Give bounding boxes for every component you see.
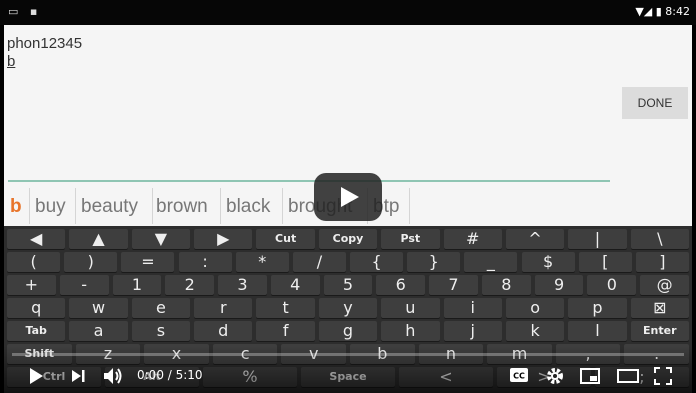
keyboard-key[interactable]: q <box>7 298 66 318</box>
keyboard-key[interactable]: 9 <box>534 275 584 295</box>
suggestion-divider <box>75 188 76 224</box>
keyboard-key[interactable]: e <box>131 298 191 318</box>
keyboard-key[interactable]: ▲ <box>69 229 128 249</box>
keyboard-key[interactable]: 3 <box>218 275 267 295</box>
keyboard-key[interactable]: 2 <box>165 275 215 295</box>
suggestion-item[interactable]: buy <box>35 186 66 226</box>
settings-icon[interactable] <box>545 366 565 386</box>
keyboard-key[interactable]: * <box>235 252 289 272</box>
text-editor[interactable]: phon12345 b <box>7 35 82 71</box>
keyboard-key[interactable]: 4 <box>270 275 320 295</box>
keyboard-key[interactable]: 0 <box>587 275 637 295</box>
suggestion-item[interactable]: black <box>226 186 270 226</box>
play-icon[interactable] <box>314 173 382 221</box>
volume-icon[interactable] <box>102 366 124 386</box>
progress-bar[interactable] <box>12 353 684 356</box>
keyboard-key[interactable]: + <box>7 275 56 295</box>
keyboard-key[interactable]: j <box>443 321 502 341</box>
keyboard-key[interactable]: p <box>568 298 627 318</box>
keyboard-key[interactable]: ] <box>635 252 689 272</box>
keyboard-key[interactable]: a <box>69 321 128 341</box>
keyboard-key[interactable]: { <box>350 252 404 272</box>
keyboard-key[interactable]: [ <box>578 252 632 272</box>
time-display: 0:00 / 5:10 <box>137 368 203 382</box>
keyboard-key[interactable]: : <box>178 252 232 272</box>
svg-text:CC: CC <box>513 372 525 381</box>
next-icon[interactable] <box>70 368 86 384</box>
keyboard-key[interactable]: | <box>568 229 627 249</box>
keyboard-key[interactable]: w <box>69 298 128 318</box>
done-button[interactable]: DONE <box>622 87 688 119</box>
suggestion-item[interactable]: brown <box>156 186 208 226</box>
keyboard-key[interactable]: Enter <box>630 321 689 341</box>
editor-line-1: phon12345 <box>7 35 83 52</box>
keyboard-key[interactable]: Tab <box>7 321 66 341</box>
suggestion-item[interactable]: b <box>10 186 22 226</box>
keyboard-key[interactable]: k <box>505 321 565 341</box>
notification-icons: ▭ ▪ <box>8 5 42 18</box>
keyboard-key[interactable]: y <box>318 298 378 318</box>
keyboard-key[interactable]: d <box>194 321 253 341</box>
keyboard-key[interactable]: @ <box>640 275 689 295</box>
suggestion-divider <box>409 188 410 224</box>
keyboard-key[interactable]: i <box>443 298 502 318</box>
keyboard-key[interactable]: ▼ <box>131 229 191 249</box>
keyboard-key[interactable]: # <box>443 229 502 249</box>
keyboard-key[interactable]: Copy <box>318 229 378 249</box>
keyboard-key[interactable]: ▶ <box>194 229 253 249</box>
fullscreen-icon[interactable] <box>654 367 672 385</box>
keyboard-key[interactable]: \ <box>630 229 689 249</box>
keyboard-key[interactable]: 5 <box>323 275 373 295</box>
editor-screen: phon12345 b DONE <box>4 25 692 186</box>
miniplayer-icon[interactable] <box>580 368 600 384</box>
keyboard-key[interactable]: u <box>381 298 440 318</box>
keyboard-key[interactable]: o <box>505 298 565 318</box>
keyboard-key[interactable]: - <box>59 275 109 295</box>
suggestion-item[interactable]: beauty <box>81 186 138 226</box>
keyboard-key[interactable]: t <box>256 298 315 318</box>
keyboard-key[interactable]: g <box>318 321 378 341</box>
keyboard-key[interactable]: r <box>194 298 253 318</box>
suggestion-divider <box>29 188 30 224</box>
keyboard-key[interactable]: Cut <box>256 229 315 249</box>
editor-line-2: b <box>7 53 16 70</box>
keyboard-key[interactable]: = <box>121 252 175 272</box>
android-status-bar: ▭ ▪ ▼◢ ▮ 8:42 <box>0 0 696 25</box>
keyboard-key[interactable]: _ <box>464 252 518 272</box>
captions-icon[interactable]: CC <box>509 367 529 383</box>
keyboard-key[interactable]: } <box>407 252 461 272</box>
suggestion-divider <box>220 188 221 224</box>
keyboard-key[interactable]: Pst <box>381 229 440 249</box>
keyboard-key[interactable]: / <box>292 252 346 272</box>
theater-mode-icon[interactable] <box>617 368 639 384</box>
suggestion-divider <box>152 188 153 224</box>
keyboard-key[interactable]: $ <box>521 252 575 272</box>
keyboard-key[interactable]: l <box>568 321 627 341</box>
keyboard-key[interactable]: ^ <box>505 229 565 249</box>
keyboard-key[interactable]: 6 <box>376 275 426 295</box>
status-clock: ▼◢ ▮ 8:42 <box>635 5 690 18</box>
keyboard-key[interactable]: ) <box>64 252 118 272</box>
keyboard-key[interactable]: ◀ <box>7 229 66 249</box>
keyboard-key[interactable]: ( <box>7 252 61 272</box>
keyboard-key[interactable]: 7 <box>429 275 478 295</box>
keyboard-key[interactable]: 8 <box>481 275 531 295</box>
suggestion-divider <box>282 188 283 224</box>
keyboard-key[interactable]: 1 <box>112 275 162 295</box>
keyboard-key[interactable]: s <box>131 321 191 341</box>
keyboard-key[interactable]: ⊠ <box>630 298 689 318</box>
editor-underline <box>8 180 610 182</box>
keyboard-key[interactable]: h <box>381 321 440 341</box>
video-frame[interactable]: ▭ ▪ ▼◢ ▮ 8:42 phon12345 b DONE b buy bea… <box>0 0 696 393</box>
keyboard-key[interactable]: f <box>256 321 315 341</box>
play-button-icon[interactable] <box>28 367 44 385</box>
